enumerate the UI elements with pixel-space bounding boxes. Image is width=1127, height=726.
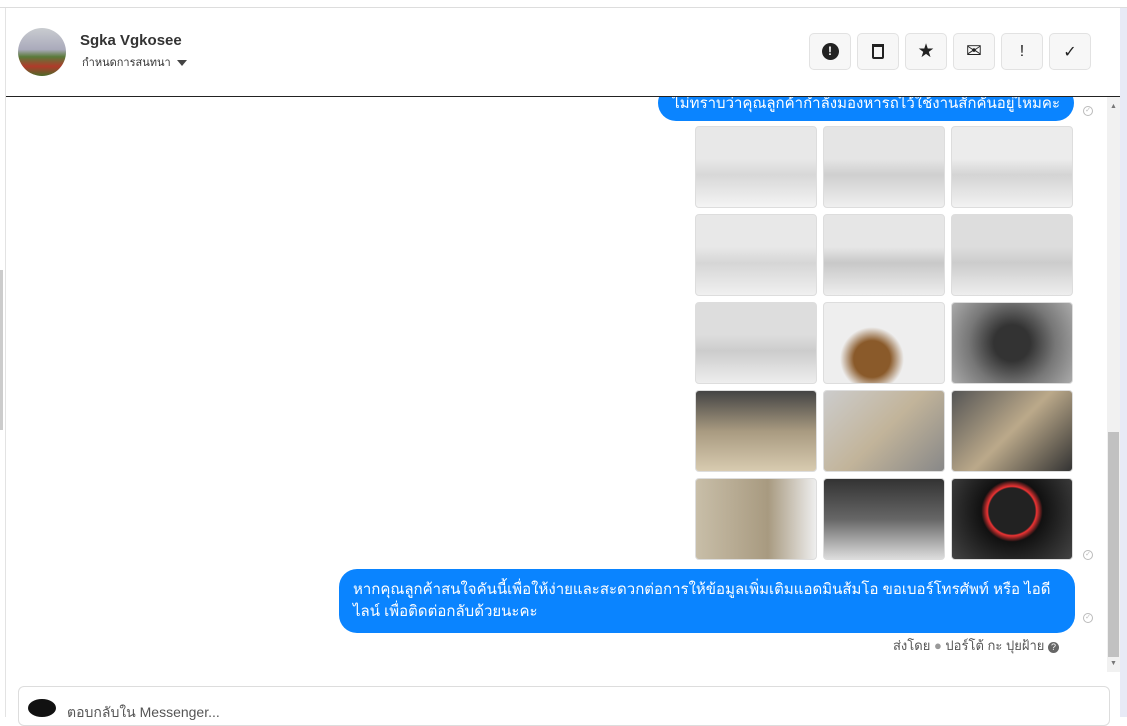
message-bubble: ไม่ทราบว่าคุณลูกค้ากำลังมองหารถไว้ใช้งาน… xyxy=(658,97,1074,121)
check-icon: ✓ xyxy=(1063,43,1077,61)
message-bubble: หากคุณลูกค้าสนใจคันนี้เพื่อให้ง่ายและสะด… xyxy=(339,569,1075,633)
reply-box[interactable]: ตอบกลับใน Messenger... xyxy=(18,686,1110,726)
important-button[interactable]: ! xyxy=(1001,33,1043,70)
car-photo-rear-seat[interactable] xyxy=(951,390,1073,472)
page-logo xyxy=(28,699,56,717)
car-photo-door-panel[interactable] xyxy=(695,478,817,560)
car-photo-front-seat[interactable] xyxy=(823,390,945,472)
seen-check-icon: ✓ xyxy=(1083,106,1093,116)
sent-by-label: ส่งโดย ● ปอร์โต้ กะ ปุยฝ้าย ? xyxy=(893,635,1059,656)
car-photo-engine[interactable] xyxy=(823,478,945,560)
spam-button[interactable]: ! xyxy=(809,33,851,70)
car-photo-exterior-rear-angle[interactable] xyxy=(823,214,945,296)
star-icon: ★ xyxy=(917,41,935,62)
done-button[interactable]: ✓ xyxy=(1049,33,1091,70)
car-photo-exterior-side-2[interactable] xyxy=(695,302,817,384)
avatar[interactable] xyxy=(18,28,66,76)
car-photo-exterior-rear-2[interactable] xyxy=(695,214,817,296)
car-photo-exterior-side[interactable] xyxy=(951,214,1073,296)
scroll-up-arrow[interactable]: ▲ xyxy=(1110,103,1117,110)
conversation-settings-label: กำหนดการสนทนา xyxy=(82,57,171,69)
delete-button[interactable] xyxy=(857,33,899,70)
seen-check-icon: ✓ xyxy=(1083,613,1093,623)
car-photo-exterior-front[interactable] xyxy=(695,126,817,208)
conversation-settings-dropdown[interactable]: กำหนดการสนทนา xyxy=(82,53,187,71)
scrollbar-thumb[interactable] xyxy=(1108,432,1119,657)
left-scrollbar[interactable] xyxy=(0,270,3,430)
car-photo-exterior-rear[interactable] xyxy=(951,126,1073,208)
help-icon[interactable]: ? xyxy=(1048,642,1059,653)
action-toolbar: ! ★ ✉ ! ✓ xyxy=(809,33,1091,70)
car-photo-dashboard[interactable] xyxy=(695,390,817,472)
reply-input[interactable]: ตอบกลับใน Messenger... xyxy=(67,702,220,724)
car-photo-gauge-cluster[interactable] xyxy=(951,478,1073,560)
envelope-icon: ✉ xyxy=(966,41,982,62)
sent-by-prefix: ส่งโดย xyxy=(892,638,931,653)
exclamation-circle-icon: ! xyxy=(821,43,839,60)
seen-check-icon: ✓ xyxy=(1083,550,1093,560)
caret-down-icon xyxy=(176,60,187,67)
trash-icon xyxy=(872,44,884,59)
car-photo-wheel[interactable] xyxy=(823,302,945,384)
sender-name[interactable]: ปอร์โต้ กะ ปุยฝ้าย xyxy=(945,638,1044,653)
star-button[interactable]: ★ xyxy=(905,33,947,70)
photo-grid xyxy=(695,126,1073,560)
mark-unread-button[interactable]: ✉ xyxy=(953,33,995,70)
verified-icon: ● xyxy=(933,638,942,653)
scroll-down-arrow[interactable]: ▼ xyxy=(1110,660,1117,667)
car-photo-exterior-front-angle[interactable] xyxy=(823,126,945,208)
right-edge xyxy=(1120,8,1127,717)
message-thread: ไม่ทราบว่าคุณลูกค้ากำลังมองหารถไว้ใช้งาน… xyxy=(6,97,1107,672)
contact-name[interactable]: Sgka Vgkosee xyxy=(80,32,182,49)
conversation-header: Sgka Vgkosee กำหนดการสนทนา ! ★ ✉ ! ✓ xyxy=(6,8,1120,97)
car-photo-steering-wheel[interactable] xyxy=(951,302,1073,384)
exclamation-icon: ! xyxy=(1019,42,1025,60)
